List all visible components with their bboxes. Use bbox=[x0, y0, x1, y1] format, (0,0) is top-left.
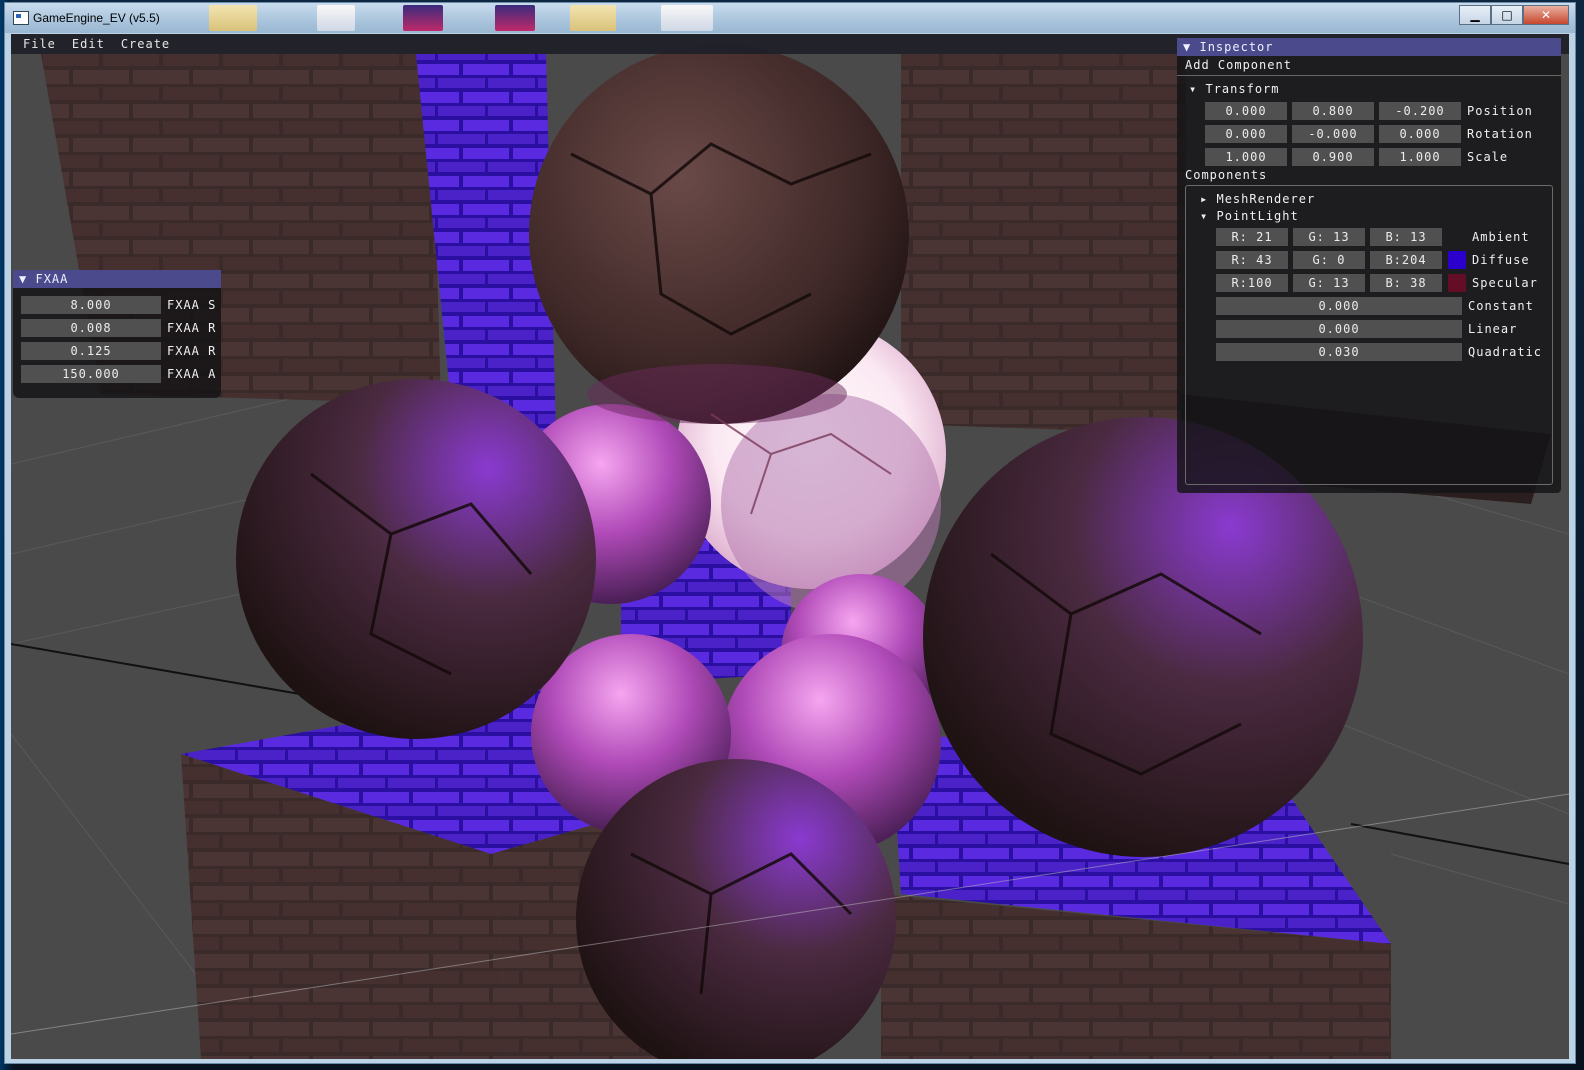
point-light-node[interactable]: ▾ PointLight bbox=[1200, 209, 1299, 223]
ambient-row: R: 21 G: 13 B: 13 Ambient bbox=[1216, 228, 1530, 246]
specular-label: Specular bbox=[1472, 276, 1538, 290]
fxaa-row-reduce-min: 0.008 FXAA R bbox=[21, 319, 216, 337]
transform-header[interactable]: ▾ Transform bbox=[1189, 82, 1280, 96]
fxaa-subpix-input[interactable]: 8.000 bbox=[21, 296, 161, 314]
diffuse-label: Diffuse bbox=[1472, 253, 1530, 267]
quadratic-label: Quadratic bbox=[1468, 345, 1543, 359]
specular-row: R:100 G: 13 B: 38 Specular bbox=[1216, 274, 1538, 292]
ambient-r-input[interactable]: R: 21 bbox=[1216, 228, 1288, 246]
position-z-input[interactable]: -0.200 bbox=[1379, 102, 1461, 120]
scale-y-input[interactable]: 0.900 bbox=[1292, 148, 1374, 166]
quadratic-row: 0.030 Quadratic bbox=[1216, 343, 1542, 361]
tree-open-icon: ▾ bbox=[1189, 82, 1198, 96]
ambient-label: Ambient bbox=[1472, 230, 1530, 244]
components-label: Components bbox=[1185, 168, 1268, 182]
fxaa-panel-title: FXAA bbox=[35, 272, 69, 286]
app-icon bbox=[13, 11, 29, 25]
collapse-arrow-icon[interactable]: ▼ bbox=[19, 272, 27, 286]
diffuse-r-input[interactable]: R: 43 bbox=[1216, 251, 1288, 269]
menu-edit[interactable]: Edit bbox=[72, 37, 105, 51]
window-controls: ▁ □ ✕ bbox=[1459, 5, 1569, 25]
fxaa-amount-label: FXAA A bbox=[167, 367, 217, 381]
app-window: GameEngine_EV (v5.5) ▁ □ ✕ File Edit Cre… bbox=[4, 2, 1576, 1064]
collapse-arrow-icon[interactable]: ▼ bbox=[1183, 40, 1191, 54]
close-button[interactable]: ✕ bbox=[1523, 5, 1569, 25]
tree-closed-icon: ▸ bbox=[1200, 192, 1209, 206]
position-row: 0.000 0.800 -0.200 Position bbox=[1205, 102, 1533, 120]
fxaa-reduce-mul-input[interactable]: 0.125 bbox=[21, 342, 161, 360]
ambient-g-input[interactable]: G: 13 bbox=[1293, 228, 1365, 246]
specular-color-swatch[interactable] bbox=[1448, 274, 1466, 292]
scale-label: Scale bbox=[1467, 150, 1509, 164]
ambient-color-swatch[interactable] bbox=[1448, 228, 1466, 246]
point-light-title: PointLight bbox=[1216, 209, 1299, 223]
mesh-renderer-title: MeshRenderer bbox=[1216, 192, 1316, 206]
inspector-panel: ▼ Inspector Add Component ▾ Transform 0.… bbox=[1177, 38, 1561, 493]
linear-row: 0.000 Linear bbox=[1216, 320, 1517, 338]
thumbnail-5 bbox=[570, 5, 616, 31]
menu-create[interactable]: Create bbox=[121, 37, 170, 51]
specular-r-input[interactable]: R:100 bbox=[1216, 274, 1288, 292]
add-component-button[interactable]: Add Component bbox=[1185, 58, 1292, 72]
fxaa-reduce-mul-label: FXAA R bbox=[167, 344, 217, 358]
fxaa-panel-header[interactable]: ▼ FXAA bbox=[13, 270, 221, 288]
position-x-input[interactable]: 0.000 bbox=[1205, 102, 1287, 120]
diffuse-color-swatch[interactable] bbox=[1448, 251, 1466, 269]
mesh-renderer-node[interactable]: ▸ MeshRenderer bbox=[1200, 192, 1315, 206]
constant-row: 0.000 Constant bbox=[1216, 297, 1534, 315]
rotation-z-input[interactable]: 0.000 bbox=[1379, 125, 1461, 143]
quadratic-input[interactable]: 0.030 bbox=[1216, 343, 1462, 361]
position-y-input[interactable]: 0.800 bbox=[1292, 102, 1374, 120]
components-list: ▸ MeshRenderer ▾ PointLight R: 21 G: 13 … bbox=[1185, 185, 1553, 485]
inspector-panel-header[interactable]: ▼ Inspector bbox=[1177, 38, 1561, 56]
thumbnail-3 bbox=[403, 5, 443, 31]
fxaa-amount-input[interactable]: 150.000 bbox=[21, 365, 161, 383]
thumbnail-6 bbox=[661, 5, 713, 31]
maximize-button[interactable]: □ bbox=[1491, 5, 1523, 25]
scene-viewport[interactable]: File Edit Create ▼ FXAA 8.000 FXAA S 0.0… bbox=[11, 34, 1569, 1059]
constant-label: Constant bbox=[1468, 299, 1534, 313]
scale-row: 1.000 0.900 1.000 Scale bbox=[1205, 148, 1508, 166]
ambient-b-input[interactable]: B: 13 bbox=[1370, 228, 1442, 246]
thumbnail-1 bbox=[209, 5, 257, 31]
inspector-panel-title: Inspector bbox=[1199, 40, 1274, 54]
title-bar[interactable]: GameEngine_EV (v5.5) ▁ □ ✕ bbox=[5, 3, 1575, 33]
fxaa-row-subpix: 8.000 FXAA S bbox=[21, 296, 216, 314]
specular-b-input[interactable]: B: 38 bbox=[1370, 274, 1442, 292]
diffuse-g-input[interactable]: G: 0 bbox=[1293, 251, 1365, 269]
fxaa-row-reduce-mul: 0.125 FXAA R bbox=[21, 342, 216, 360]
specular-g-input[interactable]: G: 13 bbox=[1293, 274, 1365, 292]
minimize-button[interactable]: ▁ bbox=[1459, 5, 1491, 25]
transform-title: Transform bbox=[1205, 82, 1280, 96]
fxaa-subpix-label: FXAA S bbox=[167, 298, 217, 312]
rotation-row: 0.000 -0.000 0.000 Rotation bbox=[1205, 125, 1533, 143]
linear-input[interactable]: 0.000 bbox=[1216, 320, 1462, 338]
fxaa-panel: ▼ FXAA 8.000 FXAA S 0.008 FXAA R 0.125 F… bbox=[13, 270, 221, 398]
divider bbox=[1177, 75, 1561, 76]
fxaa-row-amount: 150.000 FXAA A bbox=[21, 365, 216, 383]
menu-file[interactable]: File bbox=[23, 37, 56, 51]
rotation-x-input[interactable]: 0.000 bbox=[1205, 125, 1287, 143]
tree-open-icon: ▾ bbox=[1200, 209, 1209, 223]
fxaa-reduce-min-input[interactable]: 0.008 bbox=[21, 319, 161, 337]
constant-input[interactable]: 0.000 bbox=[1216, 297, 1462, 315]
diffuse-b-input[interactable]: B:204 bbox=[1370, 251, 1442, 269]
rotation-label: Rotation bbox=[1467, 127, 1533, 141]
rotation-y-input[interactable]: -0.000 bbox=[1292, 125, 1374, 143]
thumbnail-2 bbox=[317, 5, 355, 31]
thumbnail-4 bbox=[495, 5, 535, 31]
diffuse-row: R: 43 G: 0 B:204 Diffuse bbox=[1216, 251, 1530, 269]
fxaa-reduce-min-label: FXAA R bbox=[167, 321, 217, 335]
linear-label: Linear bbox=[1468, 322, 1518, 336]
scale-z-input[interactable]: 1.000 bbox=[1379, 148, 1461, 166]
scale-x-input[interactable]: 1.000 bbox=[1205, 148, 1287, 166]
position-label: Position bbox=[1467, 104, 1533, 118]
window-title: GameEngine_EV (v5.5) bbox=[33, 11, 160, 25]
